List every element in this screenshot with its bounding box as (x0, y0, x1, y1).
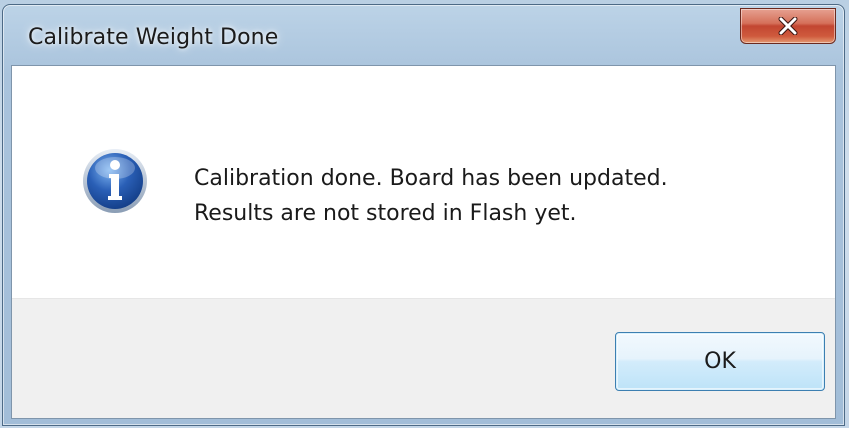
dialog-client-area: Calibration done. Board has been updated… (11, 65, 836, 419)
info-icon (82, 148, 148, 214)
message-area: Calibration done. Board has been updated… (12, 66, 835, 298)
button-panel: OK (12, 298, 835, 418)
close-button[interactable] (740, 8, 836, 44)
message-line-2: Results are not stored in Flash yet. (194, 201, 577, 226)
ok-button[interactable]: OK (615, 332, 825, 391)
message-line-1: Calibration done. Board has been updated… (194, 166, 668, 191)
title-bar[interactable]: Calibrate Weight Done (3, 5, 844, 65)
close-icon (778, 17, 798, 35)
message-text: Calibration done. Board has been updated… (194, 161, 668, 231)
dialog-title: Calibrate Weight Done (28, 25, 279, 50)
message-dialog: Calibrate Weight Done Calibration done. … (2, 4, 845, 426)
